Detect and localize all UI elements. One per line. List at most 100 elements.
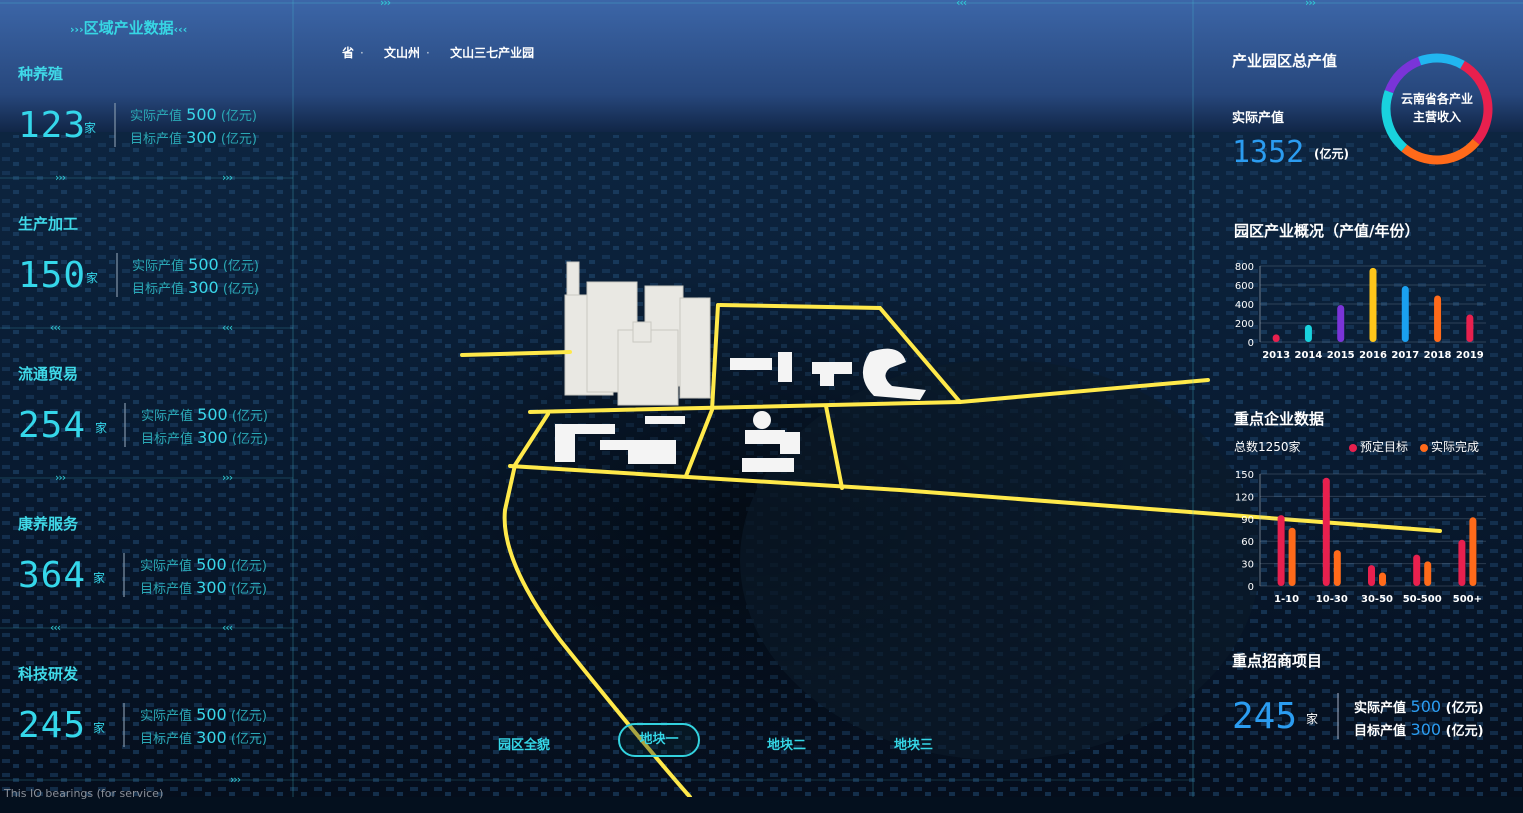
- bar: [1466, 314, 1474, 342]
- donut-segment: [1401, 138, 1480, 165]
- bar: [1434, 295, 1442, 342]
- category-count: 254: [18, 405, 87, 446]
- bar: [1469, 517, 1477, 586]
- tab-park-overview[interactable]: 园区全貌: [498, 734, 550, 753]
- legend-target: 预定目标: [1349, 438, 1408, 455]
- legend-actual: 实际完成: [1420, 438, 1479, 455]
- target-output: 目标产值 300 (亿元): [132, 278, 259, 297]
- bar: [1304, 324, 1312, 342]
- key-enterprises-title: 重点企业数据: [1234, 410, 1325, 428]
- bar: [1369, 267, 1377, 342]
- donut-segment: [1418, 53, 1465, 69]
- bar: [1413, 554, 1421, 586]
- category-unit: 家: [93, 721, 106, 735]
- y-tick-label: 800: [1235, 262, 1254, 273]
- category-unit: 家: [93, 571, 106, 585]
- y-tick-label: 90: [1241, 515, 1254, 526]
- actual-output: 实际产值 500 (亿元): [140, 705, 267, 724]
- legend-dot: [1420, 443, 1428, 452]
- left-panel-title: ›››区域产业数据‹‹‹: [70, 19, 188, 37]
- bar: [1277, 515, 1285, 586]
- investment-unit: 家: [1306, 712, 1319, 726]
- actual-output-value: 1352: [1232, 135, 1305, 170]
- divider: [116, 253, 118, 297]
- x-tick-label: 50-500: [1403, 594, 1442, 605]
- x-tick-label: 2017: [1391, 350, 1419, 361]
- actual-output: 实际产值 500 (亿元): [130, 105, 257, 124]
- category-name: 康养服务: [18, 515, 79, 533]
- x-tick-label: 2018: [1424, 350, 1452, 361]
- x-tick-label: 2015: [1327, 350, 1355, 361]
- divider: [123, 553, 125, 597]
- x-tick-label: 1-10: [1274, 594, 1299, 605]
- enterprise-total: 总数1250家: [1234, 440, 1301, 454]
- chevron-decoration: ›››: [1305, 0, 1316, 9]
- bar: [1458, 539, 1466, 586]
- bar: [1288, 527, 1296, 586]
- bar: [1272, 334, 1280, 342]
- tab-plot-two[interactable]: 地块二: [767, 734, 806, 753]
- bar: [1401, 285, 1409, 342]
- breadcrumb-prefecture[interactable]: 文山州: [384, 46, 420, 60]
- target-output: 目标产值 300 (亿元): [130, 128, 257, 147]
- chevron-right-icon: ›››: [70, 23, 84, 36]
- bar: [1379, 572, 1386, 586]
- target-output: 目标产值 300 (亿元): [140, 578, 267, 597]
- footer-text: This IO bearings (for service): [4, 787, 164, 800]
- category-card[interactable]: 种养殖 123 家 实际产值 500 (亿元) 目标产值 300 (亿元): [18, 63, 293, 213]
- breadcrumb-separator: ·: [360, 46, 364, 60]
- category-count: 245: [18, 705, 87, 746]
- park-output-title: 产业园区总产值: [1232, 52, 1338, 70]
- divider: [114, 103, 116, 147]
- x-tick-label: 2016: [1359, 350, 1387, 361]
- target-output: 目标产值 300 (亿元): [141, 428, 268, 447]
- legend-dot: [1349, 443, 1357, 452]
- category-count: 150: [18, 255, 87, 296]
- y-tick-label: 600: [1235, 281, 1254, 292]
- divider: [1337, 693, 1339, 739]
- chevron-decoration: ‹‹‹: [956, 0, 967, 9]
- category-card[interactable]: 流通贸易 254 家 实际产值 500 (亿元) 目标产值 300 (亿元): [18, 363, 293, 513]
- donut-label: 云南省各产业主营收入: [1400, 92, 1473, 124]
- category-card[interactable]: 康养服务 364 家 实际产值 500 (亿元) 目标产值 300 (亿元): [18, 513, 293, 663]
- chevron-left-icon: ‹‹‹: [173, 23, 188, 36]
- x-tick-label: 2013: [1262, 350, 1290, 361]
- category-name: 科技研发: [18, 665, 79, 683]
- y-tick-label: 0: [1248, 582, 1254, 593]
- category-name: 种养殖: [18, 65, 64, 83]
- category-card[interactable]: 生产加工 150 家 实际产值 500 (亿元) 目标产值 300 (亿元): [18, 213, 293, 363]
- x-tick-label: 500+: [1453, 594, 1482, 605]
- category-count: 123: [18, 105, 87, 146]
- y-tick-label: 120: [1235, 492, 1254, 503]
- actual-output: 实际产值 500 (亿元): [141, 405, 268, 424]
- category-name: 流通贸易: [18, 365, 79, 383]
- y-tick-label: 200: [1235, 319, 1254, 330]
- actual-output: 实际产值 500 (亿元): [132, 255, 259, 274]
- breadcrumb-province[interactable]: 省: [342, 46, 354, 60]
- actual-output-unit: (亿元): [1314, 147, 1349, 161]
- actual-output: 实际产值 500 (亿元): [140, 555, 267, 574]
- target-output: 目标产值 300 (亿元): [140, 728, 267, 747]
- breadcrumb-separator: ·: [426, 46, 430, 60]
- chevron-decoration: ›››: [380, 0, 391, 9]
- key-enterprises-chart: 0 30 60 90 120 150 1-10 10-30 30-50 50-500 500+: [1235, 470, 1486, 605]
- investment-actual: 实际产值 500 (亿元): [1354, 697, 1484, 716]
- category-name: 生产加工: [18, 215, 79, 233]
- divider: [123, 703, 125, 747]
- industry-overview-title: 园区产业概况（产值/年份）: [1234, 222, 1420, 240]
- tab-plot-one[interactable]: 地块一: [618, 723, 700, 757]
- category-unit: 家: [95, 421, 108, 435]
- breadcrumb-park[interactable]: 文山三七产业园: [450, 46, 534, 60]
- tab-plot-three[interactable]: 地块三: [894, 734, 933, 753]
- industry-overview-chart: 0 200 400 600 800 2013 2014 2015 2016 2017 2018 201…: [1235, 262, 1486, 361]
- y-tick-label: 400: [1235, 300, 1254, 311]
- investment-count: 245: [1232, 696, 1298, 737]
- investment-target: 目标产值 300 (亿元): [1354, 720, 1484, 739]
- bar: [1333, 550, 1341, 586]
- x-tick-label: 30-50: [1361, 594, 1393, 605]
- investment-title: 重点招商项目: [1232, 652, 1323, 670]
- divider: [124, 403, 126, 447]
- category-count: 364: [18, 555, 87, 596]
- y-tick-label: 30: [1241, 560, 1254, 571]
- x-tick-label: 2019: [1456, 350, 1484, 361]
